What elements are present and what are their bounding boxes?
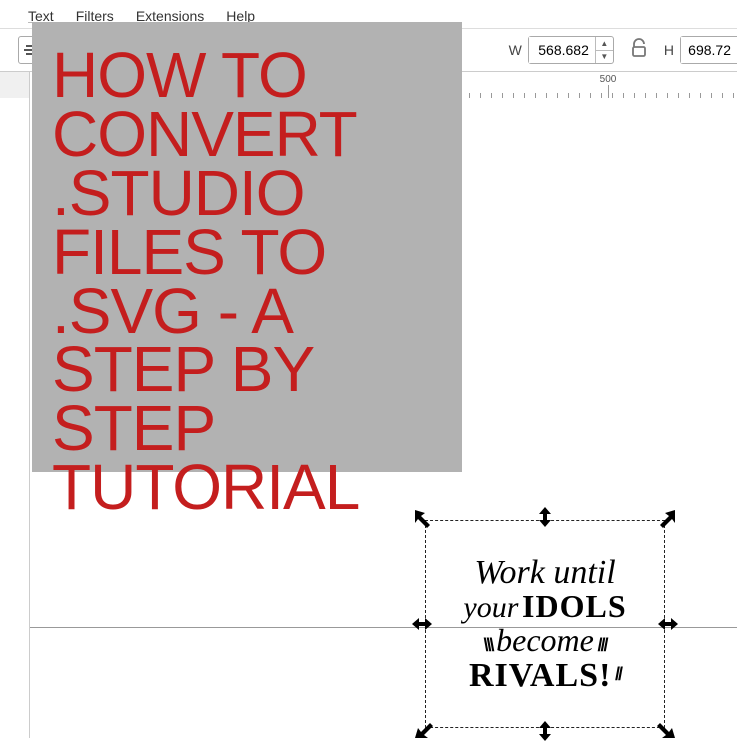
handle-ne-icon[interactable] [656, 507, 678, 529]
overlay-title: HOW TO CONVERT .STUDIO FILES TO .SVG - A… [52, 46, 442, 517]
height-input[interactable] [681, 37, 737, 63]
art-line-3: \\\ become /// [484, 624, 607, 658]
width-input[interactable] [529, 37, 595, 63]
handle-n-icon[interactable] [536, 507, 554, 527]
width-group: W ▲ ▼ [509, 36, 614, 64]
ruler-vertical [0, 98, 30, 738]
height-spinner[interactable] [680, 36, 737, 64]
height-label: H [664, 42, 674, 58]
handle-s-icon[interactable] [536, 721, 554, 741]
width-label: W [509, 42, 522, 58]
ruler-tick-label: 500 [600, 74, 617, 85]
handle-e-icon[interactable] [658, 615, 678, 633]
spin-up-icon[interactable]: ▲ [596, 37, 613, 51]
art-line-1: Work until [474, 555, 615, 591]
width-spinner[interactable]: ▲ ▼ [528, 36, 614, 64]
art-line-4: RIVALS! // [469, 658, 621, 694]
selection-box[interactable]: Work until your IDOLS \\\ become /// RIV… [425, 520, 665, 728]
title-overlay: HOW TO CONVERT .STUDIO FILES TO .SVG - A… [32, 22, 462, 472]
width-spin-arrows[interactable]: ▲ ▼ [595, 37, 613, 63]
art-line-2: your IDOLS [463, 590, 626, 624]
artwork: Work until your IDOLS \\\ become /// RIV… [434, 529, 656, 719]
handle-w-icon[interactable] [412, 615, 432, 633]
spin-down-icon[interactable]: ▼ [596, 51, 613, 64]
lock-icon[interactable] [622, 38, 656, 63]
height-group: H [664, 36, 737, 64]
